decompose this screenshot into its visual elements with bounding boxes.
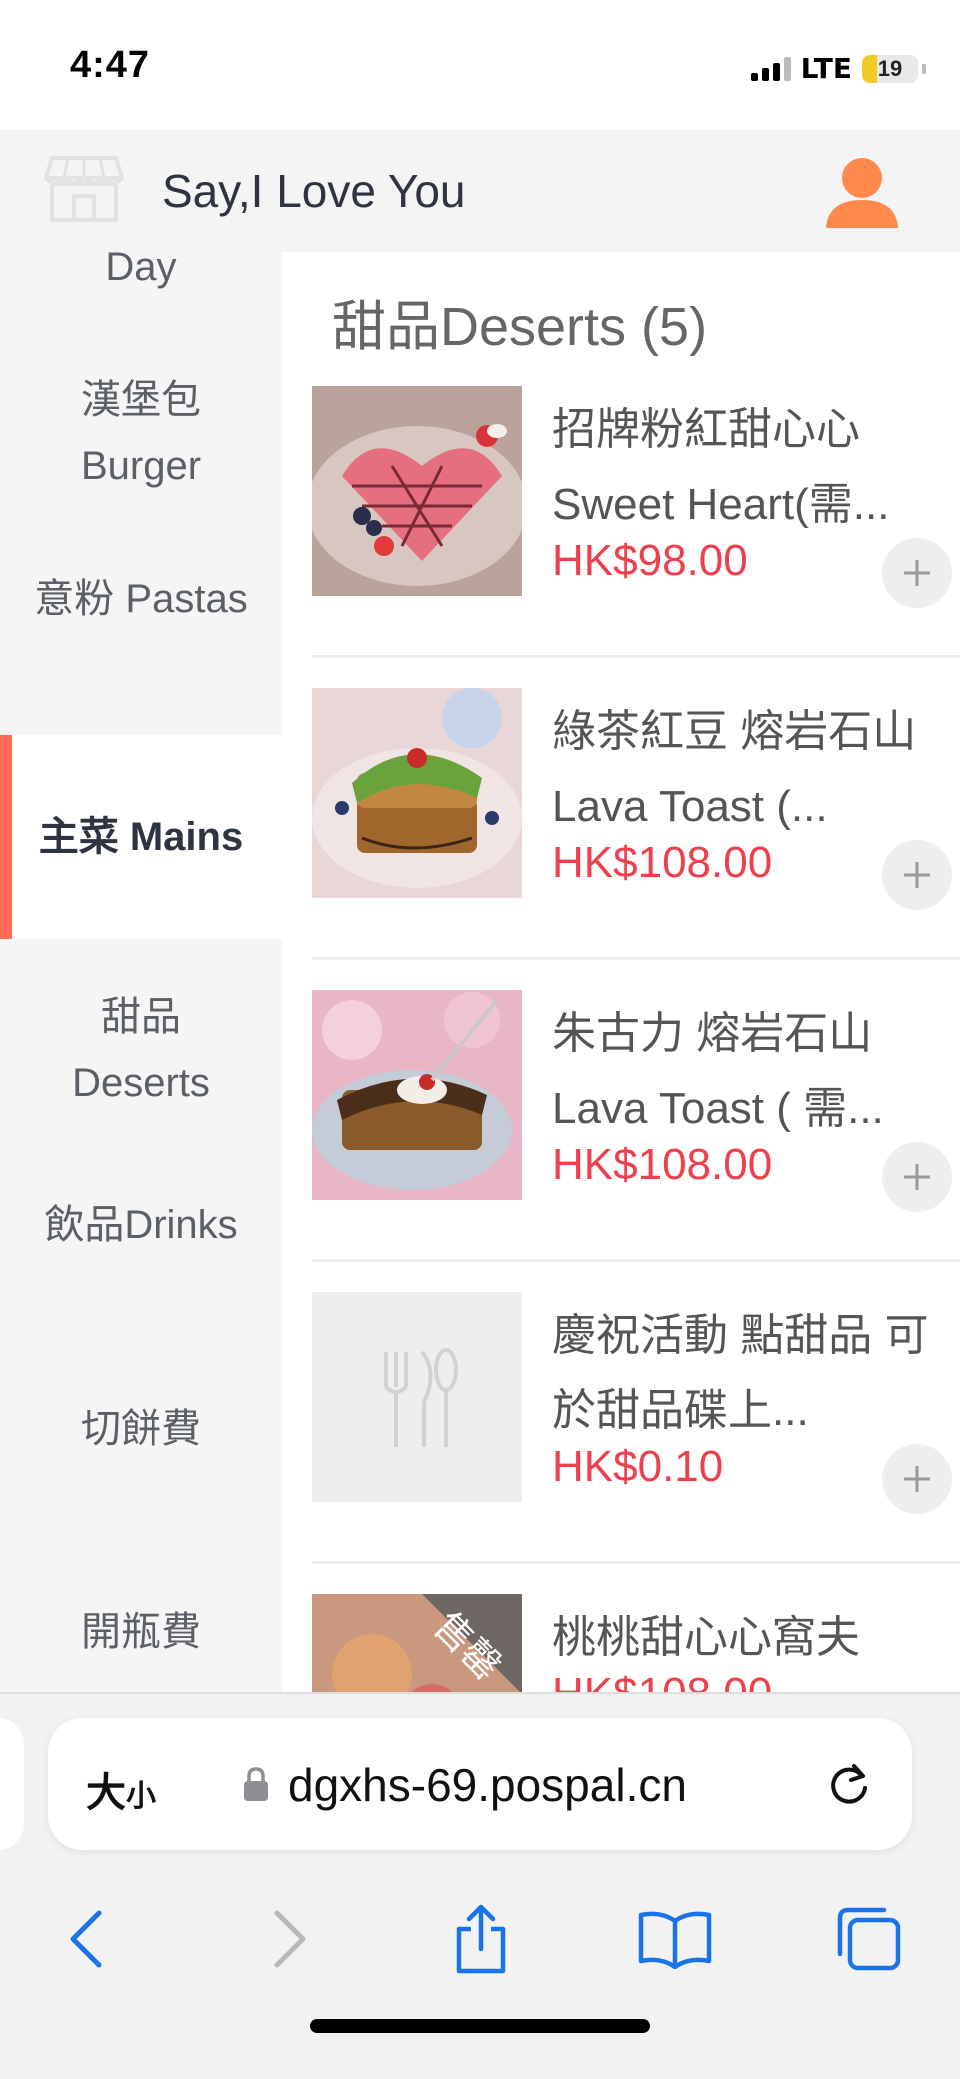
product-name: 桃桃甜心心窩夫 (552, 1613, 860, 1662)
add-to-cart-button[interactable] (882, 840, 952, 910)
bookmarks-button[interactable] (630, 1894, 720, 1984)
add-to-cart-button[interactable] (882, 1444, 952, 1514)
sidebar-item-label: 意粉 Pastas (34, 577, 248, 621)
address-bar[interactable]: 大小 dgxhs-69.pospal.cn (48, 1718, 912, 1850)
product-name: 朱古力 熔岩石山 Lava Toast ( 需... (552, 1009, 884, 1133)
url-text: dgxhs-69.pospal.cn (288, 1759, 687, 1811)
back-button[interactable] (42, 1894, 132, 1984)
battery-icon: 19 (862, 54, 918, 83)
product-price: HK$108.00 (552, 1669, 772, 1692)
signal-icon (750, 56, 791, 81)
sidebar-item-pastas[interactable]: 意粉 Pastas (0, 544, 282, 654)
pink-heart-waffle-photo (312, 386, 522, 596)
sidebar-item-burger[interactable]: 漢堡包 Burger (0, 360, 282, 506)
sidebar-item-label: 開瓶費 (81, 1610, 201, 1654)
sidebar-item-day[interactable]: Day (0, 252, 282, 302)
plus-icon (904, 1466, 930, 1492)
product-name: 綠茶紅豆 熔岩石山 Lava Toast (... (552, 707, 917, 831)
sidebar-item-label: 切餅費 (81, 1407, 201, 1451)
sidebar-item-label: 飲品Drinks (44, 1203, 238, 1247)
back-icon (70, 1910, 102, 1968)
add-to-cart-button[interactable] (882, 1142, 952, 1212)
text-size-button[interactable]: 大小 (86, 1760, 156, 1818)
sidebar-item-label: Day (105, 252, 177, 289)
product-price: HK$108.00 (552, 1140, 773, 1189)
sidebar-item-label: 漢堡包 (81, 378, 201, 422)
browser-nav-row (0, 1894, 960, 1984)
product-item[interactable]: 售罄 桃桃甜心心窩夫 HK$108.00 (312, 1564, 960, 1692)
text-size-small: 小 (126, 1780, 156, 1813)
forward-icon (274, 1910, 306, 1968)
bookmarks-icon (638, 1911, 712, 1969)
sidebar-item-deserts[interactable]: 甜品 Deserts (0, 977, 282, 1123)
status-indicators: LTE 19 (750, 52, 926, 85)
product-item[interactable]: 招牌粉紅甜心心 Sweet Heart(需... HK$98.00 (312, 356, 960, 658)
tabs-button[interactable] (824, 1894, 914, 1984)
chocolate-lava-toast-photo (312, 990, 522, 1200)
cutlery-placeholder-icon (312, 1292, 522, 1502)
product-price: HK$108.00 (552, 838, 773, 887)
sidebar-item-label: 甜品 (101, 995, 181, 1039)
share-icon (456, 1904, 506, 1974)
product-item[interactable]: 朱古力 熔岩石山 Lava Toast ( 需... HK$108.00 (312, 960, 960, 1262)
sidebar-item-cake-cutting-fee[interactable]: 切餅費 (0, 1374, 282, 1484)
network-label: LTE (800, 52, 852, 85)
text-size-large: 大 (86, 1771, 126, 1815)
store-header: Say,I Love You (0, 130, 960, 252)
sidebar-item-label: Burger (80, 444, 202, 488)
sidebar-item-corkage-fee[interactable]: 開瓶費 (0, 1577, 282, 1687)
storefront-icon[interactable] (44, 154, 124, 224)
reload-icon[interactable] (824, 1760, 874, 1810)
status-bar: 4:47 LTE 19 (0, 0, 960, 130)
sidebar-item-mains[interactable]: 主菜 Mains (0, 735, 282, 939)
plus-icon (904, 560, 930, 586)
share-button[interactable] (436, 1894, 526, 1984)
sidebar-item-label: Deserts (72, 1061, 210, 1105)
home-indicator[interactable] (310, 2019, 650, 2033)
matcha-lava-toast-photo (312, 688, 522, 898)
user-avatar-icon[interactable] (822, 152, 902, 232)
previous-tab-peek[interactable] (0, 1718, 24, 1850)
status-time: 4:47 (70, 44, 151, 86)
product-price: HK$0.10 (552, 1442, 724, 1491)
plus-icon (904, 862, 930, 888)
tabs-icon (837, 1907, 901, 1971)
category-sidebar: Day 漢堡包 Burger 意粉 Pastas 主菜 Mains 甜品 Des… (0, 252, 282, 1692)
sidebar-item-label: 主菜 Mains (38, 815, 244, 859)
sidebar-item-drinks[interactable]: 飲品Drinks (0, 1170, 282, 1280)
product-item[interactable]: 綠茶紅豆 熔岩石山 Lava Toast (... HK$108.00 (312, 658, 960, 960)
store-name: Say,I Love You (162, 165, 466, 217)
battery-level: 19 (877, 55, 903, 81)
forward-button[interactable] (244, 1894, 334, 1984)
product-price: HK$98.00 (552, 536, 748, 585)
add-to-cart-button[interactable] (882, 538, 952, 608)
product-item[interactable]: 慶祝活動 點甜品 可於甜品碟上... HK$0.10 (312, 1262, 960, 1564)
product-list: 甜品Deserts (5) 招牌粉紅甜心心 Sweet Heart(需... H… (282, 252, 960, 1692)
product-name: 慶祝活動 點甜品 可於甜品碟上... (552, 1311, 929, 1435)
peach-heart-waffle-photo: 售罄 (312, 1594, 522, 1692)
plus-icon (904, 1164, 930, 1190)
product-name: 招牌粉紅甜心心 Sweet Heart(需... (552, 405, 890, 529)
lock-icon (244, 1767, 268, 1801)
section-title: 甜品Deserts (5) (332, 297, 708, 357)
